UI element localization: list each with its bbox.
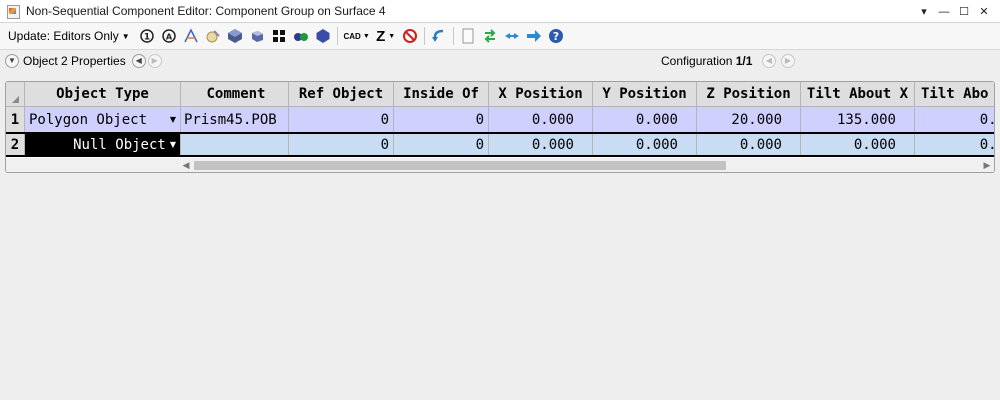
inside-of-cell[interactable]: 0 [394,134,489,155]
object-type-value: Polygon Object [29,111,148,128]
select-all-corner[interactable] [6,82,25,106]
scrollbar-thumb[interactable] [194,161,726,170]
configuration-label: Configuration [661,54,736,68]
chevron-left-icon: ◀ [765,56,773,65]
toolbar-separator [452,27,454,45]
window-menu-button[interactable]: ▾ [914,5,934,18]
table-row: 1 Polygon Object ▼ Prism45.POB 0 0 0.000 … [6,107,994,132]
toolbar-separator [336,27,338,45]
x-position-cell[interactable]: 0.000 [489,107,593,132]
chevron-down-icon: ▼ [121,31,130,41]
table-row: 2 Null Object ▼ 0 0 0.000 0.000 0.000 0.0… [6,132,994,157]
next-configuration-button[interactable]: ▶ [781,54,795,68]
z-label: Z [376,27,386,45]
svg-text:?: ? [552,30,558,43]
chevron-down-icon: ▼ [362,32,370,40]
column-header-x-position[interactable]: X Position [489,82,593,106]
column-header-object-type[interactable]: Object Type [25,82,181,106]
tilt-about-x-cell[interactable]: 135.000 [801,107,915,132]
ray-db-icon[interactable] [204,27,222,45]
grid-body: Object Type Comment Ref Object Inside Of… [6,82,994,158]
object-type-value: Null Object [73,136,166,153]
svg-text:1: 1 [144,33,150,43]
column-header-y-position[interactable]: Y Position [593,82,697,106]
layout-grid-icon[interactable] [270,27,288,45]
object-type-cell-selected[interactable]: Null Object ▼ [25,134,181,155]
tilt-about-y-cell[interactable]: 0.0 [915,107,994,132]
object-properties-icon[interactable] [292,27,310,45]
column-header-ref-object[interactable]: Ref Object [289,82,394,106]
chevron-left-icon: ◀ [135,56,142,65]
column-header-comment[interactable]: Comment [181,82,289,106]
tilt-about-y-cell[interactable]: 0.0 [915,134,994,155]
cad-icon[interactable]: CAD ▼ [343,27,371,45]
object-properties-bar: ▼ Object 2 Properties ◀ ▶ Configuration … [0,50,1000,72]
object-properties-label[interactable]: Object 2 Properties [23,54,126,68]
scroll-left-icon[interactable]: ◀ [179,158,193,172]
column-header-inside-of[interactable]: Inside Of [394,82,489,106]
shaded-model-icon[interactable] [226,27,244,45]
cad-label: CAD [343,31,361,41]
expand-properties-button[interactable]: ▼ [5,54,19,68]
window-controls: ▾ — ☐ ✕ [914,0,994,23]
ray-trace-icon[interactable] [182,27,200,45]
previous-object-button[interactable]: ◀ [131,54,146,68]
previous-configuration-button[interactable]: ◀ [762,54,776,68]
z-icon[interactable]: Z ▼ [375,27,397,45]
chevron-right-icon: ▶ [784,56,792,65]
z-position-cell[interactable]: 0.000 [697,134,801,155]
z-position-cell[interactable]: 20.000 [697,107,801,132]
toolbar-separator [423,27,425,45]
corner-triangle-icon [12,96,19,103]
x-position-cell[interactable]: 0.000 [489,134,593,155]
undo-icon[interactable] [430,27,448,45]
y-position-cell[interactable]: 0.000 [593,107,697,132]
next-object-button[interactable]: ▶ [147,54,162,68]
go-icon[interactable] [525,27,543,45]
configuration-value: 1/1 [735,54,753,68]
inside-of-cell[interactable]: 0 [394,107,489,132]
y-position-cell[interactable]: 0.000 [593,134,697,155]
configuration-indicator: Configuration 1/1 [661,54,752,68]
chevron-down-icon[interactable]: ▼ [170,140,176,149]
app-icon [6,4,20,19]
swap-icon[interactable] [481,27,499,45]
close-button[interactable]: ✕ [974,5,994,18]
align-icon[interactable] [503,27,521,45]
insert-row-icon[interactable]: 1 [138,27,156,45]
chevron-down-icon: ▼ [388,32,396,40]
ref-object-cell[interactable]: 0 [289,107,394,132]
column-header-tilt-about-y[interactable]: Tilt Abo [915,82,994,106]
page-icon[interactable] [459,27,477,45]
scroll-right-icon[interactable]: ▶ [980,158,994,172]
hexagon-icon[interactable] [314,27,332,45]
chevron-down-icon[interactable]: ▼ [170,115,176,124]
horizontal-scrollbar[interactable]: ◀ ▶ [6,158,994,172]
update-mode-dropdown[interactable]: Update: Editors Only ▼ [8,29,130,43]
comment-cell[interactable]: Prism45.POB [181,107,289,132]
minimize-button[interactable]: — [934,6,954,18]
column-header-tilt-about-x[interactable]: Tilt About X [801,82,915,106]
toolbar: Update: Editors Only ▼ 1 A CAD ▼ Z ▼ ? [0,23,1000,50]
column-header-z-position[interactable]: Z Position [697,82,801,106]
maximize-button[interactable]: ☐ [954,5,974,18]
ref-object-cell[interactable]: 0 [289,134,394,155]
chevron-down-icon: ▼ [8,56,16,65]
row-number[interactable]: 2 [6,134,25,155]
chevron-right-icon: ▶ [151,56,158,65]
tilt-about-x-cell[interactable]: 0.000 [801,134,915,155]
solid-model-icon[interactable] [248,27,266,45]
row-number[interactable]: 1 [6,107,25,132]
title-bar: Non-Sequential Component Editor: Compone… [0,0,1000,23]
component-grid: Object Type Comment Ref Object Inside Of… [5,81,995,173]
update-mode-label: Update: Editors Only [8,29,119,43]
help-icon[interactable]: ? [547,27,565,45]
no-entry-icon[interactable] [401,27,419,45]
object-type-cell[interactable]: Polygon Object ▼ [25,107,181,132]
window-title: Non-Sequential Component Editor: Compone… [26,4,386,18]
svg-text:A: A [166,33,173,42]
reverse-icon[interactable]: A [160,27,178,45]
header-row: Object Type Comment Ref Object Inside Of… [6,82,994,107]
comment-cell[interactable] [181,134,289,155]
